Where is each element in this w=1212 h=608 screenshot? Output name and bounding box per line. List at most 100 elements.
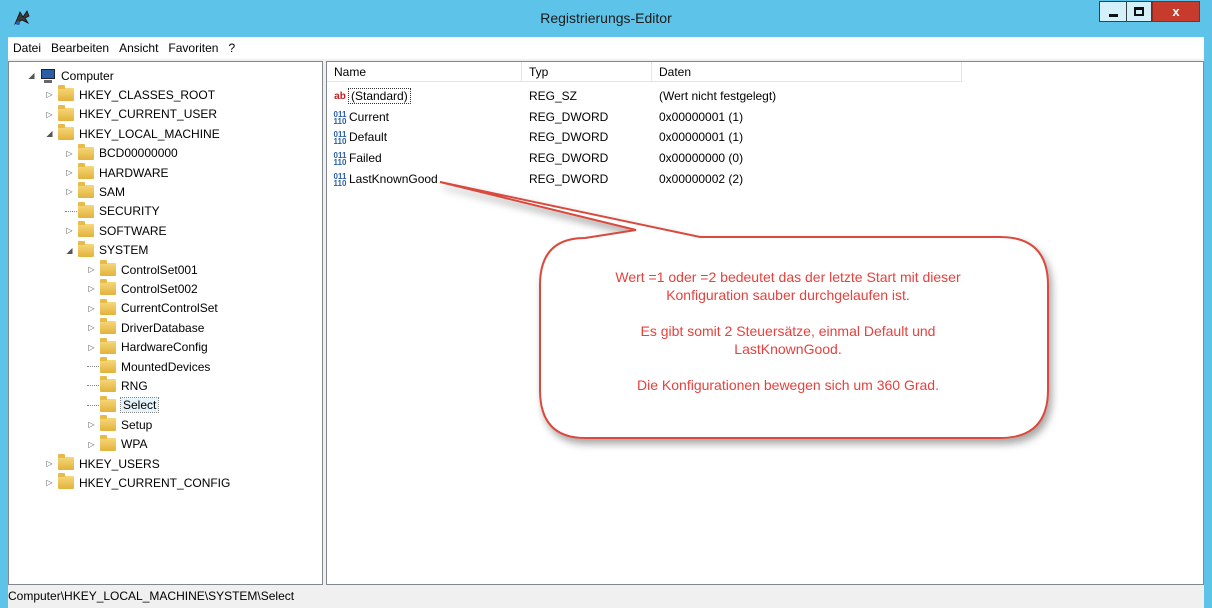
folder-icon bbox=[58, 454, 74, 470]
tree-item[interactable]: SECURITY bbox=[65, 201, 160, 221]
tree-item[interactable]: ▷ HKEY_CLASSES_ROOT bbox=[45, 85, 215, 104]
menu-bearbeiten[interactable]: Bearbeiten bbox=[46, 41, 114, 55]
callout-line-2: Konfiguration sauber durchgelaufen ist. bbox=[666, 287, 910, 303]
tree-item[interactable]: ▷ CurrentControlSet bbox=[87, 298, 218, 318]
folder-icon bbox=[78, 240, 94, 257]
maximize-button[interactable] bbox=[1126, 1, 1152, 22]
tree-item[interactable]: ▷ ControlSet002 bbox=[87, 279, 198, 298]
expand-arrow-icon[interactable]: ▷ bbox=[65, 226, 74, 235]
expand-arrow-icon[interactable]: ▷ bbox=[45, 478, 54, 487]
title-bar[interactable]: Registrierungs-Editor x bbox=[0, 0, 1212, 37]
callout-line-1: Wert =1 oder =2 bedeutet das der letzte … bbox=[615, 269, 961, 285]
menu-help[interactable]: ? bbox=[223, 41, 240, 55]
value-data: 0x00000002 (2) bbox=[659, 171, 744, 186]
tree-item-label: CurrentControlSet bbox=[121, 301, 218, 316]
tree-item-label: HKEY_CURRENT_CONFIG bbox=[79, 475, 231, 490]
folder-icon bbox=[100, 298, 116, 315]
folder-icon bbox=[100, 376, 116, 393]
tree-item[interactable]: ▷ BCD00000000 bbox=[65, 143, 178, 163]
value-row[interactable]: 011 110 Default REG_DWORD 0x00000001 (1) bbox=[327, 127, 1203, 147]
tree-item-label: HKEY_LOCAL_MACHINE bbox=[79, 126, 220, 141]
value-data: 0x00000001 (1) bbox=[659, 109, 744, 124]
value-row[interactable]: 011 110 Failed REG_DWORD 0x00000000 (0) bbox=[327, 148, 1203, 168]
tree-item[interactable]: ▷ WPA bbox=[87, 434, 147, 454]
tree-item[interactable]: ▷ SOFTWARE bbox=[65, 221, 167, 240]
tree-connector bbox=[65, 210, 77, 212]
expand-arrow-icon[interactable]: ▷ bbox=[45, 110, 54, 119]
close-button[interactable]: x bbox=[1152, 1, 1200, 22]
expand-arrow-icon[interactable]: ▷ bbox=[87, 265, 96, 274]
expand-arrow-icon[interactable]: ▷ bbox=[65, 168, 74, 177]
tree-item[interactable]: ▷ DriverDatabase bbox=[87, 318, 204, 337]
folder-icon bbox=[78, 221, 94, 238]
expand-arrow-icon[interactable]: ▷ bbox=[87, 304, 96, 313]
expand-arrow-icon[interactable]: ▷ bbox=[45, 459, 54, 468]
computer-icon bbox=[40, 68, 56, 83]
value-name: Current bbox=[349, 109, 390, 124]
tree-item-label: ControlSet002 bbox=[121, 281, 198, 296]
tree-item[interactable]: RNG bbox=[87, 376, 148, 395]
value-name: (Standard) bbox=[348, 88, 411, 104]
tree-item-label: SYSTEM bbox=[99, 243, 149, 258]
menu-datei[interactable]: Datei bbox=[8, 41, 46, 55]
tree-item-label: HKEY_CLASSES_ROOT bbox=[79, 87, 216, 102]
value-row[interactable]: 011 110 Current REG_DWORD 0x00000001 (1) bbox=[327, 107, 1203, 127]
value-name-cell: ab (Standard) bbox=[332, 86, 411, 106]
expand-arrow-icon[interactable]: ▷ bbox=[87, 420, 96, 429]
tree-item[interactable]: MountedDevices bbox=[87, 357, 210, 376]
menu-ansicht[interactable]: Ansicht bbox=[114, 41, 163, 55]
folder-icon bbox=[100, 260, 116, 276]
value-row[interactable]: 011 110 LastKnownGood REG_DWORD 0x00000002 (… bbox=[327, 169, 1203, 189]
tree-item[interactable]: ▷ HKEY_CURRENT_USER bbox=[45, 104, 218, 124]
tree-item[interactable]: ▷ HardwareConfig bbox=[87, 337, 208, 357]
column-header-data[interactable]: Daten bbox=[652, 62, 962, 82]
tree-item[interactable]: ◢ Computer bbox=[27, 66, 114, 85]
folder-icon bbox=[58, 104, 74, 121]
collapse-arrow-icon[interactable]: ◢ bbox=[65, 246, 74, 255]
tree-item[interactable]: ▷ Setup bbox=[87, 415, 152, 434]
value-name: LastKnownGood bbox=[349, 171, 438, 186]
tree-item[interactable]: Select bbox=[87, 395, 160, 415]
tree-connector bbox=[87, 385, 99, 387]
menu-bar: Datei Bearbeiten Ansicht Favoriten ? bbox=[0, 37, 1212, 59]
tree-item-label: HardwareConfig bbox=[121, 340, 208, 355]
value-type: REG_DWORD bbox=[529, 151, 609, 166]
expand-arrow-icon[interactable]: ▷ bbox=[65, 149, 74, 158]
tree-item-label: HKEY_CURRENT_USER bbox=[79, 107, 218, 122]
tree-item[interactable]: ▷ HARDWARE bbox=[65, 163, 169, 182]
collapse-arrow-icon[interactable]: ◢ bbox=[27, 71, 36, 80]
column-header-name[interactable]: Name bbox=[327, 62, 522, 82]
tree-item-label: ControlSet001 bbox=[121, 262, 198, 277]
minimize-icon bbox=[1108, 14, 1118, 17]
tree-item[interactable]: ▷ HKEY_USERS bbox=[45, 454, 160, 473]
callout-line-4: LastKnownGood. bbox=[734, 341, 842, 357]
expand-arrow-icon[interactable]: ▷ bbox=[45, 90, 54, 99]
tree-item-label: SOFTWARE bbox=[99, 223, 167, 238]
expand-arrow-icon[interactable]: ▷ bbox=[87, 323, 96, 332]
close-icon: x bbox=[1172, 4, 1180, 19]
expand-arrow-icon[interactable]: ▷ bbox=[87, 343, 96, 352]
folder-icon bbox=[100, 415, 116, 432]
value-name-cell: 011 110 Current bbox=[332, 107, 389, 127]
minimize-button[interactable] bbox=[1099, 1, 1126, 22]
key-tree[interactable]: ◢ Computer ▷ HKEY_CLASSES_ROOT ▷ HKEY_CURRENT… bbox=[8, 61, 323, 585]
expand-arrow-icon[interactable]: ▷ bbox=[65, 187, 74, 196]
tree-item[interactable]: ▷ ControlSet001 bbox=[87, 260, 198, 279]
menu-favoriten[interactable]: Favoriten bbox=[163, 41, 223, 55]
tree-item-label: SECURITY bbox=[99, 204, 160, 219]
column-header-type[interactable]: Typ bbox=[522, 62, 652, 82]
value-row[interactable]: ab (Standard) REG_SZ (Wert nicht festgelegt… bbox=[327, 86, 1203, 106]
callout-line-5: Die Konfigurationen bewegen sich um 360 … bbox=[637, 377, 939, 393]
tree-item[interactable]: ◢ HKEY_LOCAL_MACHINE bbox=[45, 124, 220, 143]
expand-arrow-icon[interactable]: ▷ bbox=[87, 440, 96, 449]
tree-item-label: DriverDatabase bbox=[121, 320, 205, 335]
tree-connector bbox=[87, 404, 99, 406]
value-type: REG_SZ bbox=[529, 89, 578, 103]
tree-item[interactable]: ▷ HKEY_CURRENT_CONFIG bbox=[45, 473, 230, 492]
expand-arrow-icon[interactable]: ▷ bbox=[87, 284, 96, 293]
tree-item-label: SAM bbox=[99, 184, 126, 199]
collapse-arrow-icon[interactable]: ◢ bbox=[45, 129, 54, 138]
tree-item[interactable]: ▷ SAM bbox=[65, 182, 125, 201]
string-value-icon: ab bbox=[332, 89, 348, 104]
tree-item[interactable]: ◢ SYSTEM bbox=[65, 240, 149, 260]
